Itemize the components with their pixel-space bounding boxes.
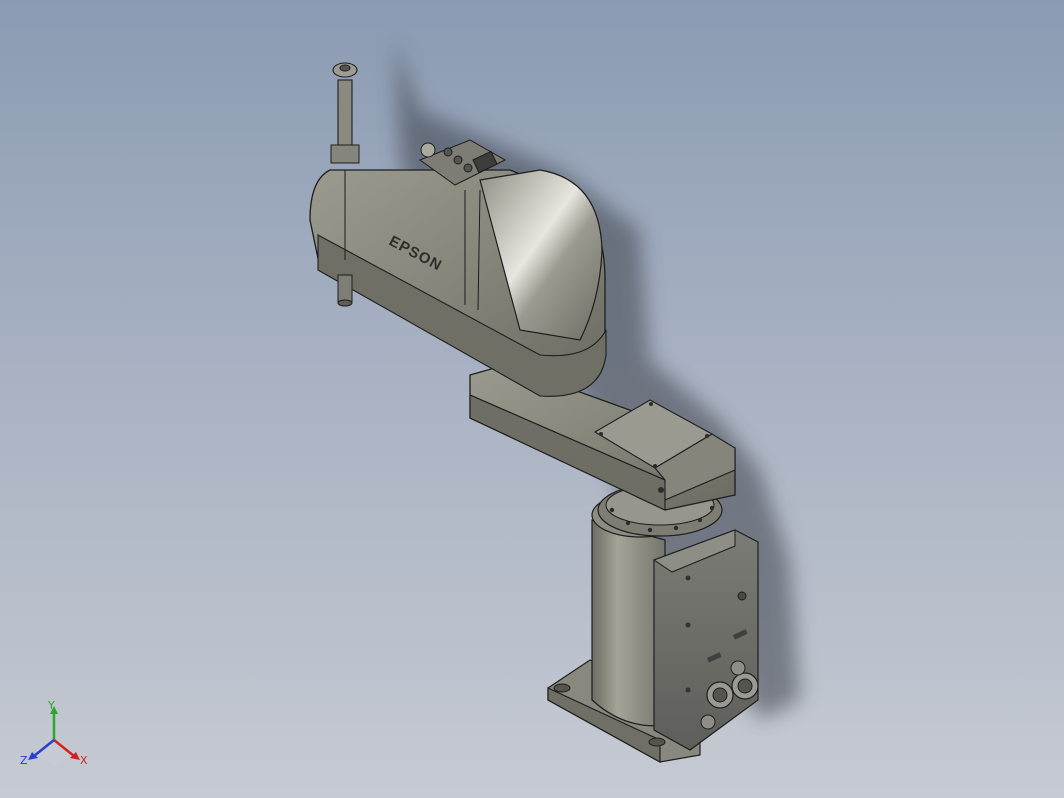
- scara-robot-model[interactable]: EPSON: [0, 0, 1064, 798]
- z-axis-label: Z: [20, 754, 28, 767]
- cad-graphics-viewport[interactable]: EPSON Y X Z: [0, 0, 1064, 798]
- coordinate-triad: Y X Z: [20, 700, 88, 767]
- y-axis-label: Y: [47, 700, 55, 712]
- arm-2: EPSON: [309, 139, 607, 397]
- connector-panel: [652, 529, 759, 751]
- x-axis-label: X: [80, 754, 88, 767]
